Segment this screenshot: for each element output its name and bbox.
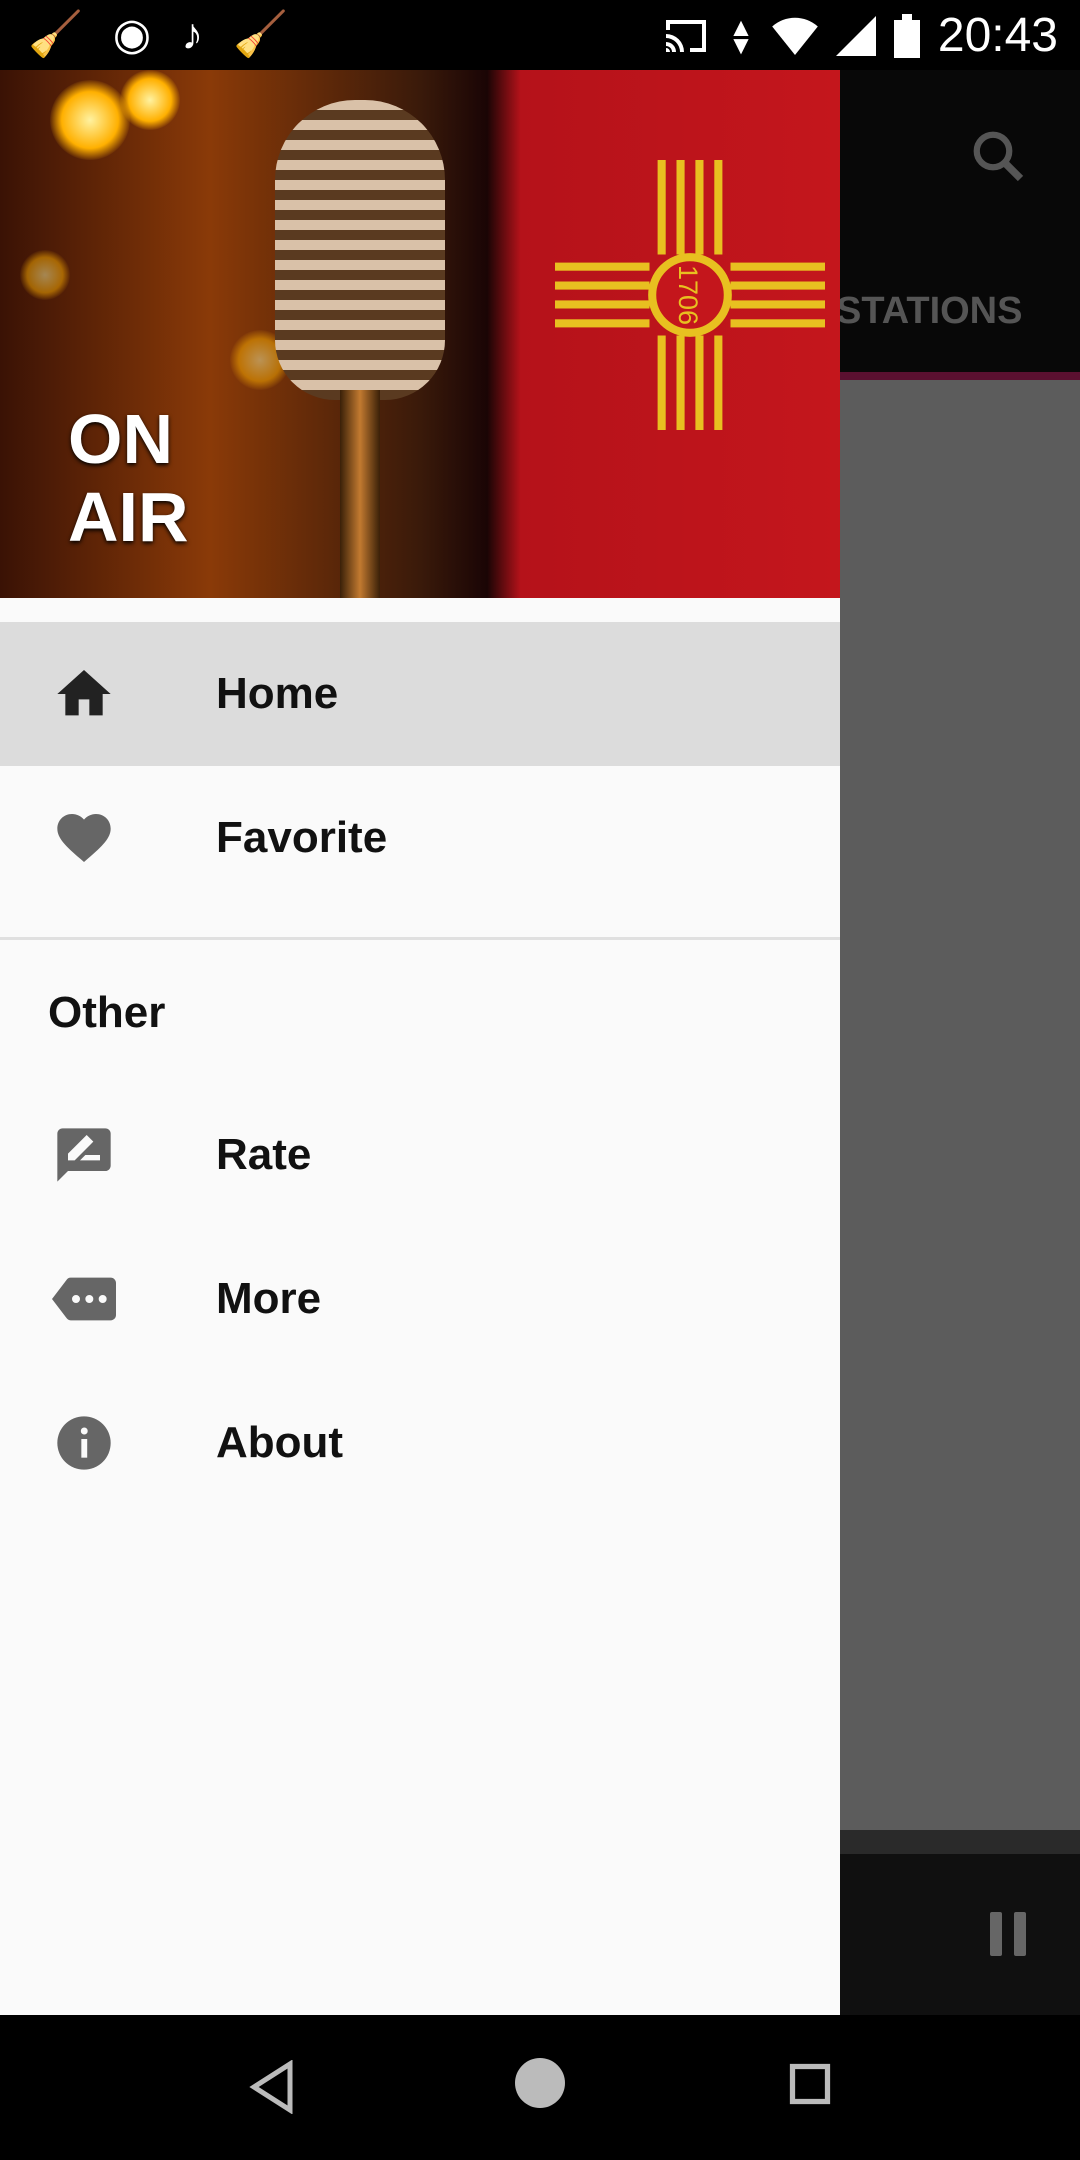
- drawer-item-favorite[interactable]: Favorite: [0, 766, 840, 910]
- wifi-icon: [772, 17, 818, 55]
- navigation-drawer: 1706 ON AIR Home Favorite Other Rate More…: [0, 70, 840, 2015]
- section-title-other: Other: [48, 988, 166, 1037]
- tab-stations[interactable]: STATIONS: [836, 290, 1022, 333]
- tab-indicator: [840, 372, 1080, 380]
- aperture-icon: ◉: [112, 10, 152, 59]
- rate-review-icon: [57, 1128, 111, 1182]
- on-air-logo-text: ON AIR: [68, 400, 189, 556]
- more-tag-icon: [52, 1277, 116, 1321]
- divider: [0, 937, 840, 940]
- info-icon: [57, 1416, 111, 1470]
- home-nav-icon[interactable]: [515, 2058, 565, 2108]
- drawer-item-about[interactable]: About: [0, 1371, 840, 1515]
- back-icon[interactable]: [248, 2060, 296, 2114]
- cast-icon: [666, 19, 707, 52]
- search-icon[interactable]: [968, 126, 1028, 186]
- cleaner-icon: 🧹: [233, 10, 288, 59]
- drawer-item-more[interactable]: More: [0, 1227, 840, 1371]
- music-note-icon: ♪: [181, 10, 204, 59]
- recents-icon[interactable]: [789, 2063, 831, 2105]
- cleaner-icon: 🧹: [28, 10, 83, 59]
- battery-icon: [893, 13, 920, 58]
- svg-text:1706: 1706: [673, 265, 703, 325]
- home-icon: [57, 670, 111, 716]
- heart-icon: [57, 814, 111, 862]
- pause-button[interactable]: [990, 1912, 1030, 1956]
- microphone-image: [275, 100, 445, 400]
- zia-symbol: 1706: [555, 160, 825, 430]
- clock: 20:43: [937, 9, 1058, 62]
- signal-icon: [835, 15, 876, 56]
- drawer-item-home[interactable]: Home: [0, 622, 840, 766]
- drawer-item-rate[interactable]: Rate: [0, 1083, 840, 1227]
- status-bar: 🧹 ◉ ♪ 🧹 ▲ ▼ 20:43: [0, 0, 1080, 70]
- drawer-header-image: 1706 ON AIR: [0, 70, 840, 598]
- player-bar: [840, 1830, 1080, 2015]
- data-arrows-icon: ▲ ▼: [728, 11, 754, 60]
- system-nav-bar: [0, 2015, 1080, 2160]
